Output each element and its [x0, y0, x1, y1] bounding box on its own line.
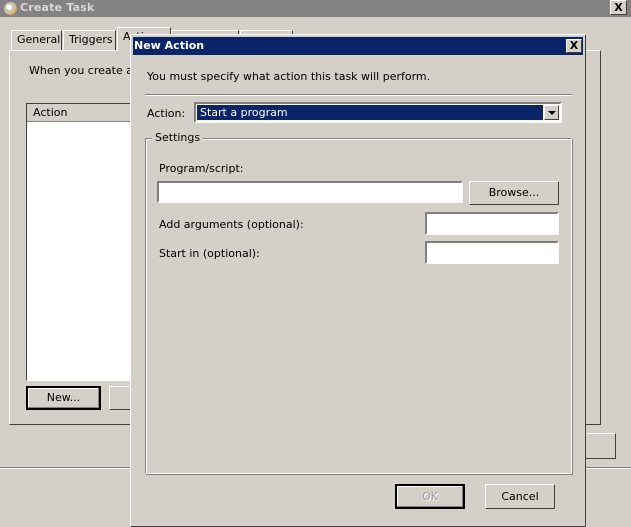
start-in-input[interactable]: [425, 241, 559, 264]
tab-triggers[interactable]: Triggers: [63, 30, 116, 50]
action-dropdown[interactable]: Start a program: [194, 102, 562, 123]
column-header-action[interactable]: Action: [27, 104, 135, 122]
new-action-dialog: New Action X You must specify what actio…: [130, 34, 586, 527]
create-task-close-button[interactable]: X: [610, 0, 627, 15]
add-arguments-label: Add arguments (optional):: [159, 218, 304, 231]
new-action-button[interactable]: New...: [26, 386, 101, 410]
chevron-down-icon[interactable]: [544, 105, 559, 120]
create-task-title: Create Task: [20, 1, 95, 14]
tab-general[interactable]: General: [11, 30, 62, 50]
action-label: Action:: [147, 107, 186, 120]
browse-button[interactable]: Browse...: [469, 181, 559, 205]
create-task-titlebar[interactable]: Create Task X: [0, 0, 631, 17]
settings-legend: Settings: [152, 131, 204, 144]
new-action-title: New Action: [134, 39, 205, 52]
action-dropdown-value: Start a program: [196, 104, 544, 121]
new-action-close-button[interactable]: X: [566, 39, 582, 53]
program-script-input[interactable]: [157, 181, 463, 203]
program-script-label: Program/script:: [159, 162, 244, 175]
ok-button[interactable]: OK: [395, 484, 465, 509]
instruction-text: You must specify what action this task w…: [147, 70, 431, 83]
divider: [145, 94, 572, 96]
close-icon: X: [614, 1, 623, 14]
actions-list[interactable]: Action: [26, 103, 136, 381]
new-action-titlebar[interactable]: New Action X: [133, 37, 583, 55]
actions-hint-text: When you create a: [29, 64, 133, 77]
close-icon: X: [569, 39, 579, 52]
task-scheduler-icon: [4, 2, 17, 15]
start-in-label: Start in (optional):: [159, 247, 260, 260]
add-arguments-input[interactable]: [425, 212, 559, 235]
cancel-button[interactable]: Cancel: [485, 484, 555, 509]
